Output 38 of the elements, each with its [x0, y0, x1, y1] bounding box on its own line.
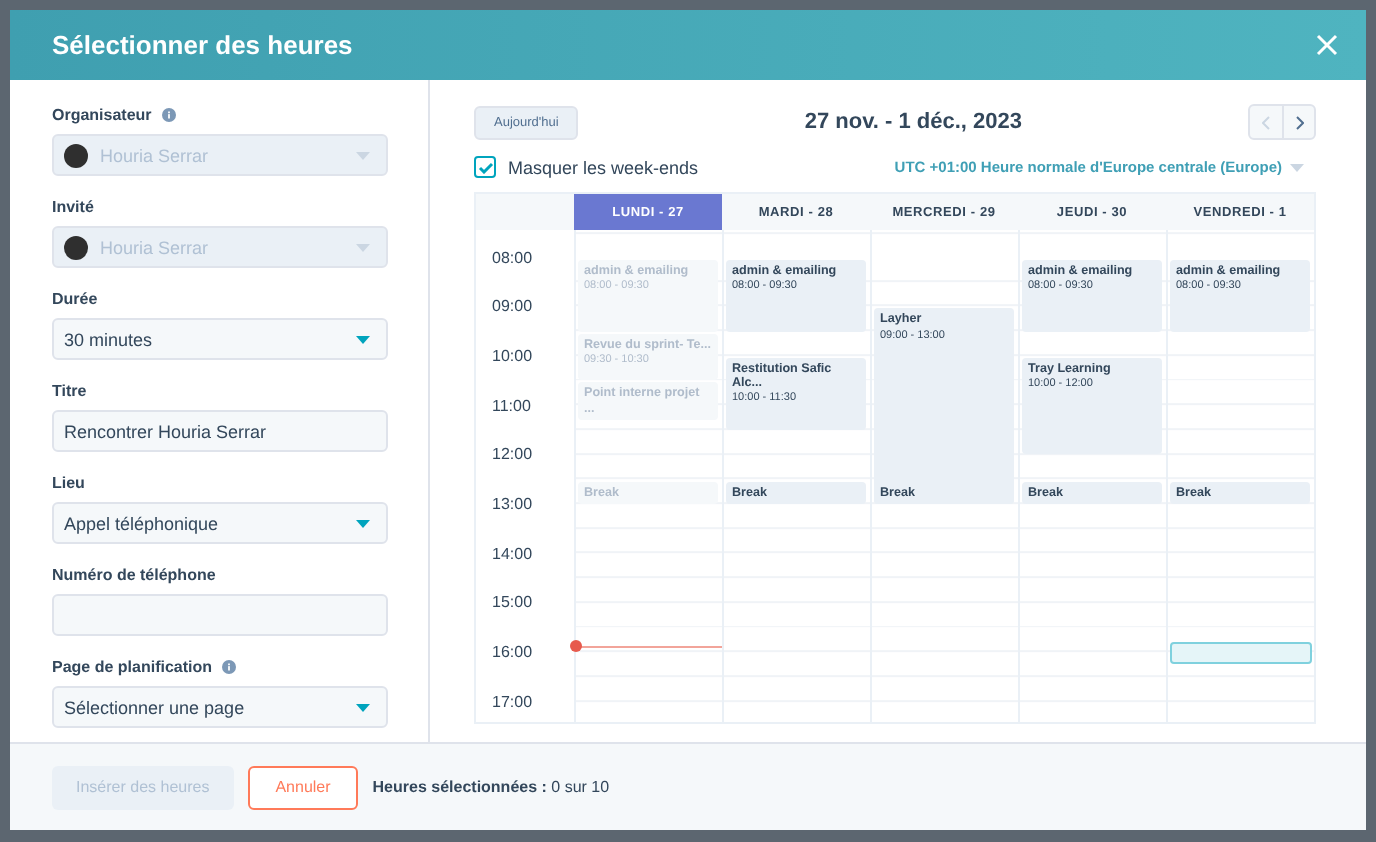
checkbox[interactable] — [474, 156, 496, 178]
hour-label: 13:00 — [492, 495, 533, 514]
hour-label: 11:00 — [492, 396, 531, 415]
selected-slot[interactable] — [1170, 642, 1312, 664]
date-range: 27 nov. - 1 déc., 2023 — [804, 110, 1022, 134]
input-field[interactable] — [52, 594, 388, 636]
hour-label: 08:00 — [492, 248, 533, 267]
field-label: Lieu — [52, 474, 85, 492]
caret-icon — [1290, 163, 1304, 171]
select-field[interactable]: 30 minutes — [52, 318, 388, 360]
avatar-icon — [64, 235, 88, 259]
hour-label: 09:00 — [492, 297, 533, 316]
close-button[interactable] — [1316, 34, 1338, 56]
chevron-left-icon — [1262, 115, 1270, 129]
caret-icon — [356, 703, 370, 711]
field-label: Page de planification — [52, 658, 213, 676]
hour-label: 12:00 — [492, 445, 533, 464]
input-field[interactable]: Rencontrer Houria Serrar — [52, 410, 388, 452]
hour-label: 10:00 — [492, 346, 533, 365]
field-label: Titre — [52, 382, 87, 400]
field-label: Numéro de téléphone — [52, 566, 216, 584]
select-field[interactable]: Appel téléphonique — [52, 502, 388, 544]
select-field[interactable]: Sélectionner une page — [52, 686, 388, 728]
caret-icon — [356, 335, 370, 343]
hour-label: 15:00 — [492, 593, 533, 612]
selection-summary: Heures sélectionnées : 0 sur 10 — [372, 778, 610, 796]
field-label: Durée — [52, 290, 98, 308]
caret-icon — [356, 519, 370, 527]
field-label: Invité — [52, 198, 94, 216]
hour-label: 16:00 — [492, 643, 533, 662]
hour-label: 14:00 — [492, 544, 533, 563]
hour-label: 17:00 — [492, 692, 533, 711]
avatar-icon — [64, 143, 88, 167]
dialog-title: Sélectionner des heures — [52, 30, 353, 60]
checkbox-label: Masquer les week-ends — [508, 157, 699, 177]
close-icon — [1316, 34, 1338, 56]
field-label: Organisateur — [52, 106, 152, 124]
chevron-right-icon — [1295, 115, 1303, 129]
